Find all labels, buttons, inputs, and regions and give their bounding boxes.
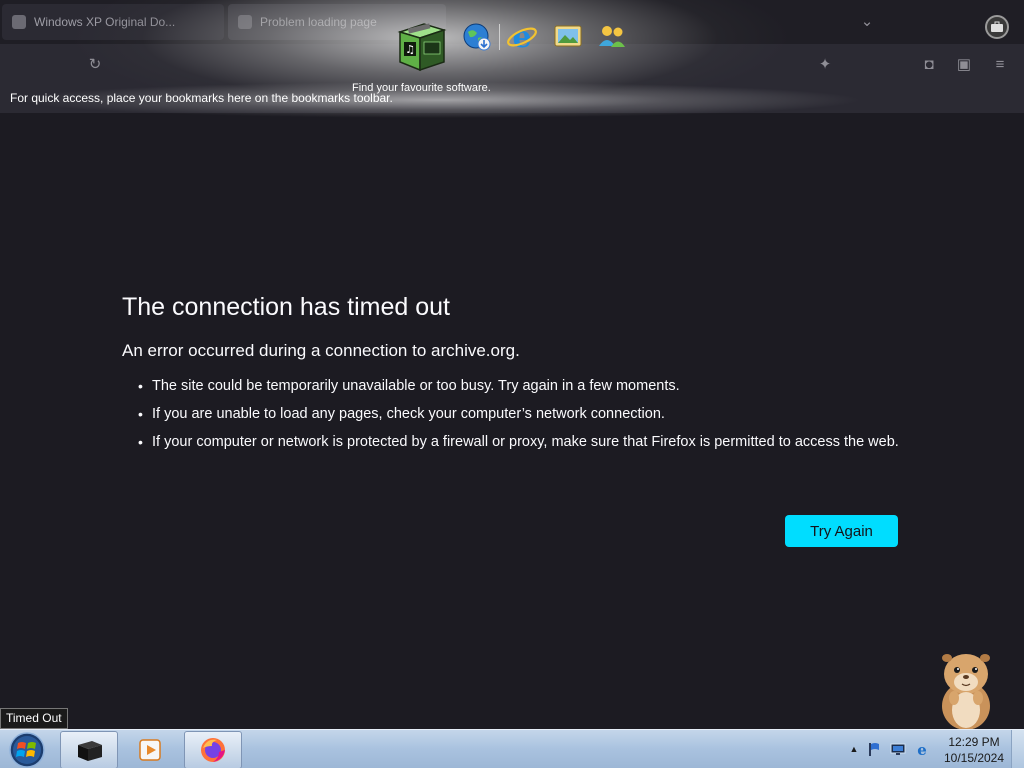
- photo-viewer-icon[interactable]: [553, 22, 583, 50]
- bookmarks-toolbar-hint: For quick access, place your bookmarks h…: [10, 91, 393, 105]
- software-box-icon[interactable]: ♫: [394, 18, 448, 74]
- list-item: If you are unable to load any pages, che…: [122, 404, 902, 424]
- people-icon[interactable]: [597, 22, 627, 50]
- reload-icon[interactable]: ↻: [84, 54, 106, 76]
- dock-separator: [499, 24, 500, 50]
- internet-explorer-icon[interactable]: e: [506, 20, 538, 52]
- tab-label: Windows XP Original Do...: [34, 15, 176, 29]
- action-center-flag-icon[interactable]: [866, 741, 882, 757]
- try-again-button[interactable]: Try Again: [785, 515, 898, 547]
- black-box-icon: [78, 741, 102, 761]
- clock-time: 12:29 PM: [948, 735, 1000, 749]
- error-suggestions-list: The site could be temporarily unavailabl…: [122, 376, 902, 452]
- svg-text:♫: ♫: [405, 43, 415, 56]
- list-item: If your computer or network is protected…: [122, 432, 902, 452]
- tab-label: Problem loading page: [260, 15, 377, 29]
- error-subtitle: An error occurred during a connection to…: [122, 341, 520, 360]
- media-player-icon: [139, 739, 161, 761]
- start-button[interactable]: [6, 731, 48, 768]
- globe-download-icon[interactable]: [462, 22, 492, 52]
- menu-icon[interactable]: ≡: [989, 54, 1011, 76]
- tab-favicon-icon: [238, 15, 252, 29]
- error-title: The connection has timed out: [122, 293, 450, 321]
- show-desktop-button[interactable]: [1011, 730, 1024, 768]
- taskbar-software-box-button[interactable]: [60, 731, 118, 768]
- tab-favicon-icon: [12, 15, 26, 29]
- ie-tray-icon[interactable]: e: [914, 741, 930, 757]
- taskbar: ▲ e 12:29 PM 10/15/2024: [0, 729, 1024, 768]
- account-icon[interactable]: ▣: [953, 54, 975, 76]
- taskbar-media-player-button[interactable]: [122, 731, 178, 768]
- list-all-tabs-icon[interactable]: ⌄: [856, 11, 878, 33]
- show-hidden-icons-icon[interactable]: ▲: [846, 741, 862, 757]
- list-item: The site could be temporarily unavailabl…: [122, 376, 902, 396]
- tooltip: Timed Out: [0, 708, 68, 729]
- clock-date: 10/15/2024: [943, 751, 1005, 765]
- extensions-icon[interactable]: ✦: [814, 54, 836, 76]
- firefox-icon: [201, 738, 225, 762]
- tab-windows-xp[interactable]: Windows XP Original Do...: [2, 4, 224, 40]
- pocket-icon[interactable]: ◘: [918, 54, 940, 76]
- error-page: The connection has timed out An error oc…: [122, 292, 902, 460]
- dock-toggle-button[interactable]: [985, 15, 1009, 39]
- taskbar-firefox-button[interactable]: [184, 731, 242, 768]
- hamster-mascot-image: [942, 654, 990, 730]
- network-icon[interactable]: [890, 741, 906, 757]
- briefcase-icon: [991, 21, 1003, 32]
- dock-caption: Find your favourite software.: [352, 82, 491, 94]
- svg-text:e: e: [917, 741, 927, 757]
- clock[interactable]: 12:29 PM 10/15/2024: [936, 734, 1012, 766]
- svg-text:e: e: [512, 20, 531, 52]
